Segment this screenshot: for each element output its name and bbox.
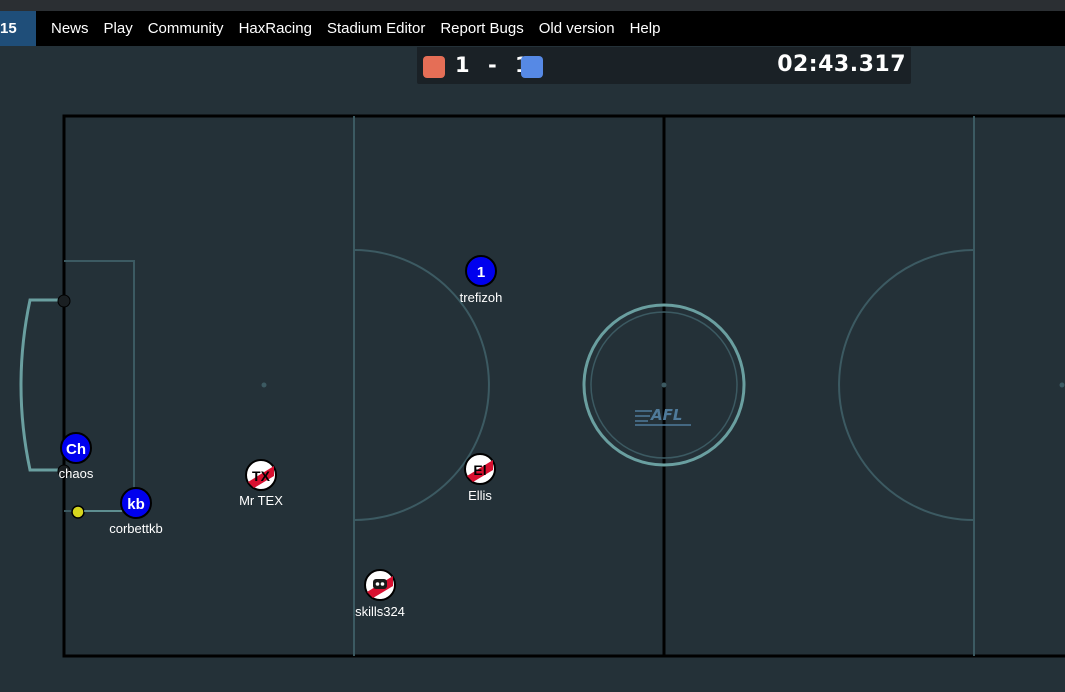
player-name: Ellis: [468, 488, 492, 503]
player-avatar: Ch: [66, 441, 86, 458]
goal-post-top: [57, 294, 71, 308]
left-goal: [19, 298, 64, 472]
right-arc: [838, 249, 975, 521]
browser-top-strip: [0, 0, 1065, 11]
player-skills324[interactable]: skills324: [355, 569, 405, 619]
top-nav-bar: 15 News Play Community HaxRacing Stadium…: [0, 11, 1065, 46]
nav-report-bugs[interactable]: Report Bugs: [440, 20, 523, 37]
player-name: trefizoh: [460, 290, 503, 305]
right-spot: [1059, 382, 1065, 388]
version-badge: 15: [0, 11, 36, 46]
center-logo: AFL: [635, 406, 691, 426]
nav-community[interactable]: Community: [148, 20, 224, 37]
game-field[interactable]: AFL 1 trefizoh chaos Ch kb corbettkb TX …: [0, 46, 1065, 692]
center-spot: [661, 382, 667, 388]
player-name: Mr TEX: [239, 493, 283, 508]
player-name: skills324: [355, 604, 405, 619]
field-boundary: [62, 114, 1065, 658]
player-mr-tex[interactable]: TX Mr TEX: [239, 459, 283, 508]
player-trefizoh[interactable]: 1 trefizoh: [460, 255, 503, 305]
player-ellis[interactable]: El Ellis: [464, 453, 496, 503]
player-avatar: El: [473, 462, 486, 478]
player-chaos[interactable]: chaos Ch: [59, 432, 94, 481]
robot-icon: [373, 579, 387, 589]
player-avatar: TX: [252, 468, 271, 484]
ball: [71, 505, 85, 519]
nav-haxracing[interactable]: HaxRacing: [239, 20, 312, 37]
player-avatar: 1: [477, 264, 485, 281]
player-name: chaos: [59, 466, 94, 481]
nav-play[interactable]: Play: [104, 20, 133, 37]
player-name: corbettkb: [109, 521, 162, 536]
nav-stadium-editor[interactable]: Stadium Editor: [327, 20, 425, 37]
nav-news[interactable]: News: [51, 20, 89, 37]
left-spot: [261, 382, 267, 388]
nav-old-version[interactable]: Old version: [539, 20, 615, 37]
player-avatar: kb: [127, 496, 145, 513]
center-logo-text: AFL: [650, 406, 682, 424]
nav-help[interactable]: Help: [630, 20, 661, 37]
